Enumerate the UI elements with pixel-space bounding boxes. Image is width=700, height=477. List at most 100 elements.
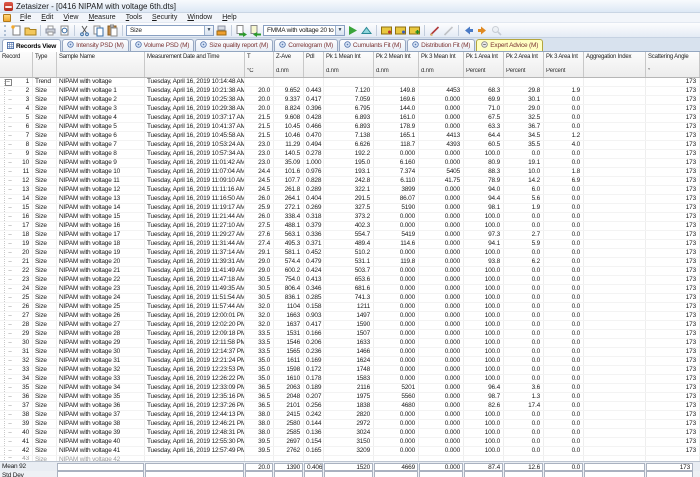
table-row[interactable]: –32SizeNIPAM with voltage 31Tuesday, Apr…	[0, 357, 700, 366]
search-icon[interactable]	[490, 24, 503, 37]
column-header-record[interactable]: Record	[0, 52, 33, 68]
table-row[interactable]: –19SizeNIPAM with voltage 18Tuesday, Apr…	[0, 240, 700, 249]
table-row[interactable]: –38SizeNIPAM with voltage 37Tuesday, Apr…	[0, 411, 700, 420]
column-header-sample_name[interactable]: Sample Name	[57, 52, 145, 68]
edit-pen-icon[interactable]	[428, 24, 441, 37]
table-row[interactable]: –25SizeNIPAM with voltage 24Tuesday, Apr…	[0, 294, 700, 303]
column-header-pdi[interactable]: PdI	[304, 52, 324, 68]
copy-icon[interactable]	[92, 24, 105, 37]
menu-item-window[interactable]: Window	[182, 14, 217, 21]
column-header-pk2_area[interactable]: Pk 2 Area Int	[504, 52, 544, 68]
forward-arrow-icon[interactable]	[476, 24, 489, 37]
stop-measurement-icon[interactable]	[360, 24, 373, 37]
column-header-type[interactable]: Type	[33, 52, 57, 68]
tab-size-quality-report-m[interactable]: Size quality report (M)	[195, 39, 273, 51]
cut-icon[interactable]	[78, 24, 91, 37]
new-file-icon[interactable]	[10, 24, 23, 37]
print-preview-icon[interactable]	[58, 24, 71, 37]
column-header-t[interactable]: T	[245, 52, 274, 68]
menu-item-security[interactable]: Security	[147, 14, 182, 21]
open-folder-icon[interactable]	[24, 24, 37, 37]
table-row[interactable]: –13SizeNIPAM with voltage 12Tuesday, Apr…	[0, 186, 700, 195]
menu-item-measure[interactable]: Measure	[83, 14, 120, 21]
table-row[interactable]: –8SizeNIPAM with voltage 7Tuesday, April…	[0, 141, 700, 150]
dts-file-icon[interactable]	[394, 24, 407, 37]
table-row[interactable]: –37SizeNIPAM with voltage 36Tuesday, Apr…	[0, 402, 700, 411]
tree-expander-icon[interactable]: –	[4, 79, 15, 86]
print-icon[interactable]	[44, 24, 57, 37]
tab-volume-psd-m[interactable]: Volume PSD (M)	[130, 39, 195, 51]
table-row[interactable]: –20SizeNIPAM with voltage 19Tuesday, Apr…	[0, 249, 700, 258]
table-row[interactable]: –6SizeNIPAM with voltage 5Tuesday, April…	[0, 123, 700, 132]
table-row[interactable]: –14SizeNIPAM with voltage 13Tuesday, Apr…	[0, 195, 700, 204]
chevron-down-icon[interactable]: ▼	[204, 26, 213, 35]
menu-item-help[interactable]: Help	[217, 14, 241, 21]
table-row[interactable]: –18SizeNIPAM with voltage 17Tuesday, Apr…	[0, 231, 700, 240]
menu-item-view[interactable]: View	[58, 14, 83, 21]
tab-cumulants-fit-m[interactable]: Cumulants Fit (M)	[339, 39, 406, 51]
table-row[interactable]: –22SizeNIPAM with voltage 21Tuesday, Apr…	[0, 267, 700, 276]
table-row[interactable]: –5SizeNIPAM with voltage 4Tuesday, April…	[0, 114, 700, 123]
partial-table-row[interactable]: –43SizeNIPAM with voltage 42	[0, 456, 700, 461]
menu-item-tools[interactable]: Tools	[121, 14, 147, 21]
paste-icon[interactable]	[106, 24, 119, 37]
table-row[interactable]: –16SizeNIPAM with voltage 15Tuesday, Apr…	[0, 213, 700, 222]
table-row[interactable]: –7SizeNIPAM with voltage 6Tuesday, April…	[0, 132, 700, 141]
table-row[interactable]: –3SizeNIPAM with voltage 2Tuesday, April…	[0, 96, 700, 105]
sop-combobox[interactable]: FMMA with voltage 20 to 4 ▼	[263, 25, 345, 36]
add-record-file-icon[interactable]	[408, 24, 421, 37]
table-row[interactable]: –23SizeNIPAM with voltage 22Tuesday, Apr…	[0, 276, 700, 285]
column-header-aggregation_index[interactable]: Aggregation Index	[584, 52, 646, 68]
table-row[interactable]: –39SizeNIPAM with voltage 38Tuesday, Apr…	[0, 420, 700, 429]
minus-box-icon[interactable]: –	[5, 79, 12, 86]
column-header-scattering_angle[interactable]: Scattering Angle	[646, 52, 700, 68]
column-header-pk3_mean[interactable]: Pk 3 Mean Int	[419, 52, 464, 68]
tab-distribution-fit-m[interactable]: Distribution Fit (M)	[407, 39, 475, 51]
back-arrow-icon[interactable]	[462, 24, 475, 37]
tab-correlogram-m[interactable]: Correlogram (M)	[274, 39, 338, 51]
document-system-icon[interactable]	[3, 14, 11, 22]
table-row[interactable]: –36SizeNIPAM with voltage 35Tuesday, Apr…	[0, 393, 700, 402]
import-records-icon[interactable]	[249, 24, 262, 37]
column-header-zave[interactable]: Z-Ave	[274, 52, 304, 68]
start-measurement-icon[interactable]	[346, 24, 359, 37]
trend-pen-icon[interactable]	[442, 24, 455, 37]
menu-item-file[interactable]: File	[15, 14, 36, 21]
column-header-pk2_mean[interactable]: Pk 2 Mean Int	[374, 52, 419, 68]
tab-records-view[interactable]: Records View	[2, 39, 61, 52]
table-row[interactable]: –30SizeNIPAM with voltage 29Tuesday, Apr…	[0, 339, 700, 348]
measurement-type-combobox[interactable]: Size ▼	[126, 25, 214, 36]
table-row[interactable]: –2SizeNIPAM with voltage 1Tuesday, April…	[0, 87, 700, 96]
menu-item-edit[interactable]: Edit	[36, 14, 58, 21]
table-row[interactable]: –40SizeNIPAM with voltage 39Tuesday, Apr…	[0, 429, 700, 438]
table-row[interactable]: –4SizeNIPAM with voltage 3Tuesday, April…	[0, 105, 700, 114]
column-header-pk1_area[interactable]: Pk 1 Area Int	[464, 52, 504, 68]
sop-file-icon[interactable]	[380, 24, 393, 37]
table-row[interactable]: –31SizeNIPAM with voltage 30Tuesday, Apr…	[0, 348, 700, 357]
table-row[interactable]: –24SizeNIPAM with voltage 23Tuesday, Apr…	[0, 285, 700, 294]
column-header-pk1_mean[interactable]: Pk 1 Mean Int	[324, 52, 374, 68]
extract-records-icon[interactable]	[235, 24, 248, 37]
table-row[interactable]: –11SizeNIPAM with voltage 10Tuesday, Apr…	[0, 168, 700, 177]
table-row[interactable]: –35SizeNIPAM with voltage 34Tuesday, Apr…	[0, 384, 700, 393]
chevron-down-icon[interactable]: ▼	[335, 26, 344, 35]
table-row[interactable]: –17SizeNIPAM with voltage 16Tuesday, Apr…	[0, 222, 700, 231]
table-row[interactable]: –41SizeNIPAM with voltage 40Tuesday, Apr…	[0, 438, 700, 447]
edit-result-icon[interactable]	[215, 24, 228, 37]
table-row[interactable]: –12SizeNIPAM with voltage 11Tuesday, Apr…	[0, 177, 700, 186]
column-header-pk3_area[interactable]: Pk 3 Area Int	[544, 52, 584, 68]
table-row[interactable]: –29SizeNIPAM with voltage 28Tuesday, Apr…	[0, 330, 700, 339]
tab-expert-advice-m[interactable]: Expert Advice (M)	[476, 39, 543, 51]
table-row[interactable]: –10SizeNIPAM with voltage 9Tuesday, Apri…	[0, 159, 700, 168]
table-row[interactable]: –42SizeNIPAM with voltage 41Tuesday, Apr…	[0, 447, 700, 456]
table-row[interactable]: –28SizeNIPAM with voltage 27Tuesday, Apr…	[0, 321, 700, 330]
table-row[interactable]: –15SizeNIPAM with voltage 14Tuesday, Apr…	[0, 204, 700, 213]
table-row[interactable]: –27SizeNIPAM with voltage 26Tuesday, Apr…	[0, 312, 700, 321]
column-header-datetime[interactable]: Measurement Date and Time	[145, 52, 245, 68]
table-row[interactable]: –21SizeNIPAM with voltage 20Tuesday, Apr…	[0, 258, 700, 267]
table-row[interactable]: –34SizeNIPAM with voltage 33Tuesday, Apr…	[0, 375, 700, 384]
table-row[interactable]: –26SizeNIPAM with voltage 25Tuesday, Apr…	[0, 303, 700, 312]
table-row[interactable]: –1TrendNIPAM with voltageTuesday, April …	[0, 78, 700, 87]
tab-intensity-psd-m[interactable]: Intensity PSD (M)	[62, 39, 129, 51]
table-row[interactable]: –33SizeNIPAM with voltage 32Tuesday, Apr…	[0, 366, 700, 375]
